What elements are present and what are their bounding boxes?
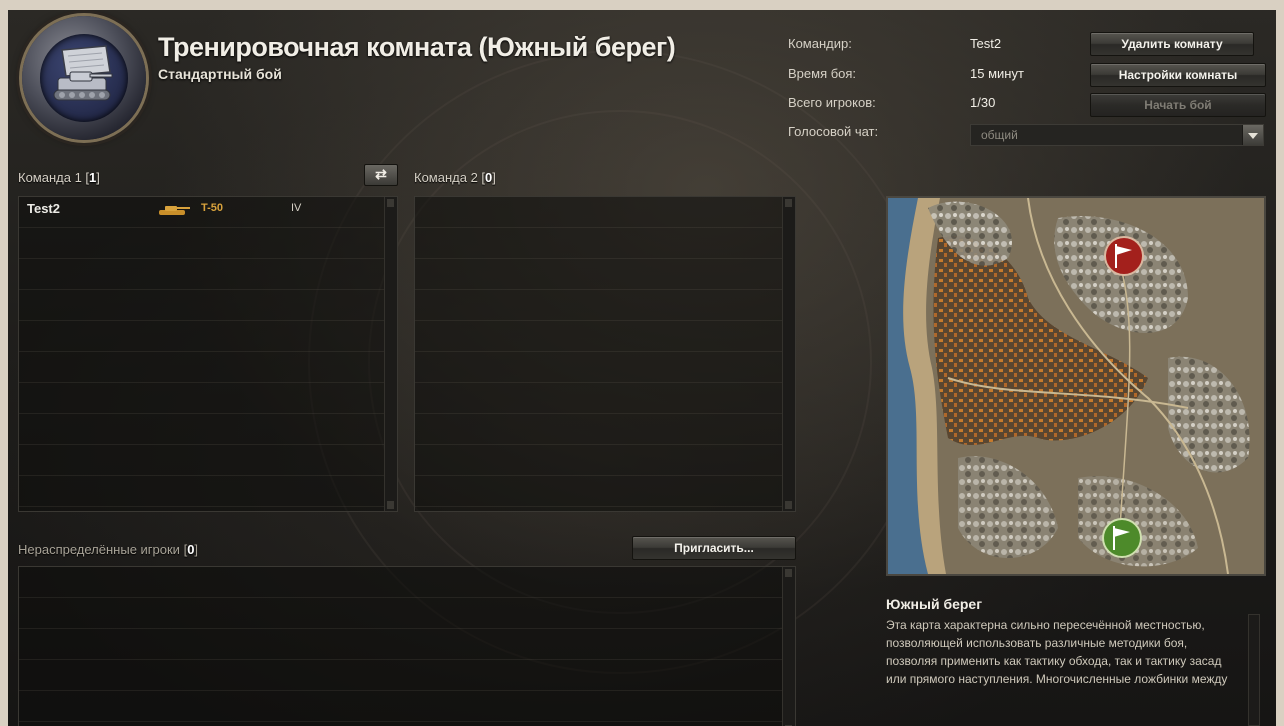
player-name: Test2 <box>27 201 60 216</box>
green-flag-base-icon <box>1102 518 1142 558</box>
team1-scrollbar[interactable] <box>384 197 397 511</box>
voice-chat-select[interactable]: общий <box>970 124 1264 146</box>
map-image <box>888 198 1264 574</box>
team2-header: Команда 2 [0] <box>414 170 496 185</box>
tank-flag-icon <box>53 45 113 101</box>
team1-label: Команда 1 <box>18 170 82 185</box>
players-value: 1/30 <box>970 95 996 110</box>
training-room-emblem <box>22 16 146 140</box>
table-row[interactable]: Test2 T-50 IV <box>19 197 385 227</box>
commander-value: Test2 <box>970 36 1002 51</box>
team2-label: Команда 2 <box>414 170 478 185</box>
tank-tier: IV <box>291 202 302 214</box>
page-title: Тренировочная комната (Южный берег) <box>158 32 676 62</box>
swap-teams-button[interactable]: ⇄ <box>364 164 398 186</box>
room-settings-button[interactable]: Настройки комнаты <box>1090 63 1266 87</box>
team1-list[interactable]: Test2 T-50 IV <box>18 196 398 512</box>
invite-button[interactable]: Пригласить... <box>632 536 796 560</box>
unassigned-label: Нераспределённые игроки <box>18 542 180 557</box>
map-description-scrollbar[interactable] <box>1248 614 1260 726</box>
delete-room-button[interactable]: Удалить комнату <box>1090 32 1254 56</box>
unassigned-header: Нераспределённые игроки [0] <box>18 542 199 557</box>
unassigned-list[interactable] <box>18 566 796 726</box>
start-battle-button[interactable]: Начать бой <box>1090 93 1266 117</box>
map-name: Южный берег <box>886 596 983 612</box>
battle-type-subtitle: Стандартный бой <box>158 66 282 82</box>
chevron-down-icon[interactable] <box>1242 125 1263 145</box>
light-tank-icon <box>159 206 190 215</box>
red-flag-base-icon <box>1104 236 1144 276</box>
battle-time-value: 15 минут <box>970 66 1024 81</box>
unassigned-count: 0 <box>187 542 195 557</box>
commander-label: Командир: <box>788 36 852 51</box>
battle-time-label: Время боя: <box>788 66 857 81</box>
map-preview <box>886 196 1266 576</box>
voice-chat-selected-value: общий <box>981 128 1018 142</box>
swap-arrows-icon: ⇄ <box>375 166 387 182</box>
tank-name: T-50 <box>201 202 224 214</box>
team1-count: 1 <box>89 170 97 185</box>
unassigned-scrollbar[interactable] <box>782 567 795 726</box>
team2-scrollbar[interactable] <box>782 197 795 511</box>
voice-chat-label: Голосовой чат: <box>788 124 879 139</box>
players-label: Всего игроков: <box>788 95 876 110</box>
team2-count: 0 <box>485 170 493 185</box>
map-description: Эта карта характерна сильно пересечённой… <box>886 618 1228 686</box>
training-room-window: Тренировочная комната (Южный берег) Стан… <box>8 10 1276 726</box>
team2-list[interactable] <box>414 196 796 512</box>
team1-header: Команда 1 [1] <box>18 170 100 185</box>
